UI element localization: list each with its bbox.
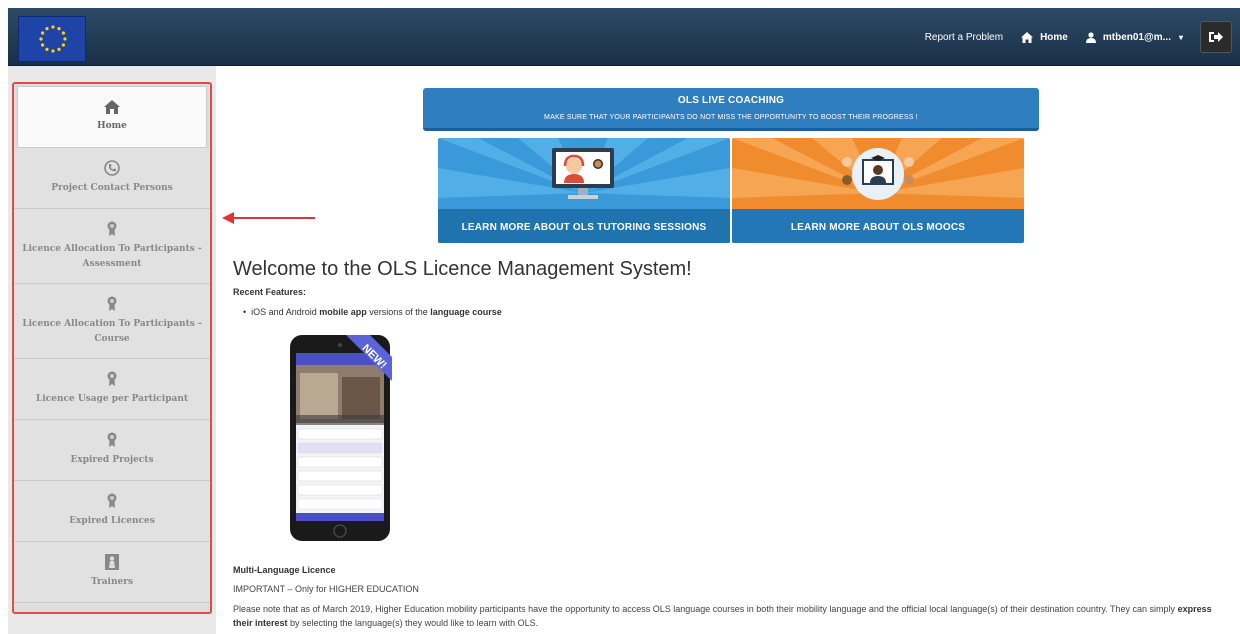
moocs-promo[interactable]: LEARN MORE ABOUT OLS MOOCS	[732, 138, 1024, 243]
sidebar-nav: Home Project Contact Persons Licence All…	[12, 82, 212, 614]
note-bold-express: express	[1177, 604, 1212, 614]
sidebar-item-project-contact-persons[interactable]: Project Contact Persons	[14, 148, 210, 209]
sidebar-item-label: Home	[97, 121, 127, 131]
logout-button[interactable]	[1200, 21, 1232, 53]
user-menu[interactable]: mtben01@m... ▾	[1077, 32, 1192, 43]
page-title: Welcome to the OLS Licence Management Sy…	[233, 258, 692, 280]
important-notice: IMPORTANT – Only for HIGHER EDUCATION	[233, 584, 419, 594]
banner-title: OLS LIVE COACHING	[677, 95, 785, 106]
note-bold-interest: their interest	[233, 618, 288, 628]
live-coaching-banner[interactable]: OLS LIVE COACHING MAKE SURE THAT YOUR PA…	[423, 88, 1039, 131]
tutoring-sessions-promo[interactable]: LEARN MORE ABOUT OLS TUTORING SESSIONS	[438, 138, 730, 243]
sidebar-item-allocation-assessment[interactable]: Licence Allocation To Participants - Ass…	[14, 209, 210, 284]
multi-language-heading: Multi-Language Licence	[233, 565, 336, 575]
sign-out-icon	[1209, 32, 1223, 42]
award-icon	[107, 432, 117, 447]
sidebar-item-expired-projects[interactable]: Expired Projects	[14, 420, 210, 481]
computer-headset-icon	[552, 148, 614, 199]
bullet-bold-language-course: language course	[430, 307, 502, 317]
sidebar-item-label: Trainers	[90, 577, 134, 587]
sidebar-item-licence-usage[interactable]: Licence Usage per Participant	[14, 359, 210, 420]
eu-flag-logo[interactable]	[18, 16, 86, 62]
note-text-2: by selecting the language(s) they would …	[287, 618, 539, 628]
top-header: Report a Problem Home mtben01@m... ▾	[8, 8, 1240, 66]
recent-features-heading: Recent Features:	[233, 287, 307, 297]
home-icon	[1021, 31, 1034, 43]
sidebar-item-label: Licence Allocation To Participants - Ass…	[22, 243, 202, 269]
bullet-text-mid: versions of the	[366, 307, 431, 317]
moocs-promo-label: LEARN MORE ABOUT OLS MOOCS	[790, 222, 966, 233]
user-label: mtben01@m...	[1102, 31, 1171, 43]
user-icon	[1085, 31, 1096, 43]
mobile-app-image: NEW!	[290, 335, 392, 541]
annotation-arrow	[222, 212, 315, 224]
online-course-icon	[842, 148, 914, 200]
phone-circle-icon	[104, 160, 120, 176]
award-icon	[107, 221, 117, 236]
sidebar-item-label: Expired Licences	[69, 516, 155, 526]
award-icon	[107, 371, 117, 386]
multi-language-note: Please note that as of March 2019, Highe…	[233, 602, 1233, 630]
sidebar-item-label: Licence Usage per Participant	[35, 394, 189, 404]
banner-subtitle: MAKE SURE THAT YOUR PARTICIPANTS DO NOT …	[544, 114, 918, 121]
report-problem-link[interactable]: Report a Problem	[916, 32, 1012, 43]
sidebar-item-allocation-course[interactable]: Licence Allocation To Participants - Cou…	[14, 284, 210, 359]
award-icon	[107, 296, 117, 311]
chevron-down-icon: ▾	[1178, 32, 1183, 42]
note-text-1: Please note that as of March 2019, Highe…	[233, 604, 1178, 614]
sidebar-item-home[interactable]: Home	[17, 86, 207, 148]
home-nav-label: Home	[1040, 31, 1068, 43]
bullet-bold-mobile-app: mobile app	[319, 307, 367, 317]
trainer-icon	[105, 554, 119, 570]
sidebar-item-label: Licence Allocation To Participants - Cou…	[22, 318, 202, 344]
sidebar-item-trainers[interactable]: Trainers	[14, 542, 210, 603]
bullet-dot: •	[243, 307, 247, 317]
bullet-text-pre: iOS and Android	[251, 307, 320, 317]
home-nav-link[interactable]: Home	[1012, 31, 1077, 43]
sidebar-item-label: Project Contact Persons	[51, 183, 173, 193]
home-icon	[104, 100, 120, 114]
tutoring-promo-label: LEARN MORE ABOUT OLS TUTORING SESSIONS	[461, 222, 707, 233]
sidebar-item-label: Expired Projects	[70, 455, 154, 465]
sidebar-item-expired-licences[interactable]: Expired Licences	[14, 481, 210, 542]
award-icon	[107, 493, 117, 508]
feature-list-item: • iOS and Android mobile app versions of…	[243, 307, 502, 317]
